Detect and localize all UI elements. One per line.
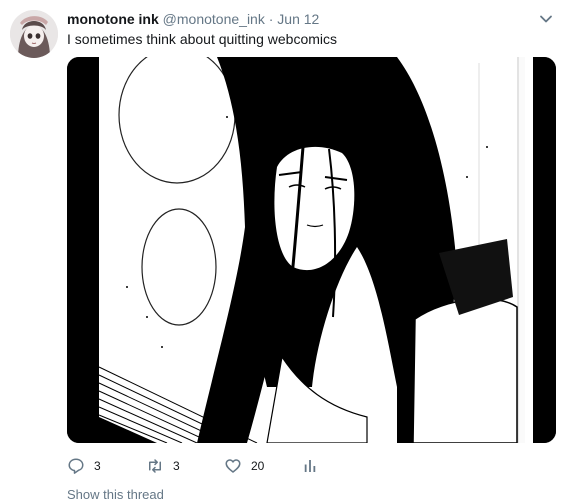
retweet-button[interactable]: 3 (146, 456, 180, 476)
display-name[interactable]: monotone ink (67, 11, 159, 27)
tweet-media-image[interactable] (67, 57, 556, 443)
retweet-count: 3 (173, 459, 180, 473)
bar-chart-icon (304, 460, 316, 472)
tweet-card[interactable]: monotone ink @monotone_ink · Jun 12 I so… (0, 0, 564, 502)
reply-count: 3 (94, 459, 101, 473)
header-separator: · (268, 11, 274, 27)
tweet-text: I sometimes think about quitting webcomi… (67, 31, 338, 47)
like-button[interactable]: 20 (224, 456, 264, 476)
tweet-date[interactable]: Jun 12 (277, 11, 319, 27)
avatar[interactable] (10, 10, 58, 58)
chevron-down-icon (540, 15, 552, 23)
analytics-button[interactable] (301, 456, 319, 476)
tweet-header: monotone ink @monotone_ink · Jun 12 (67, 11, 319, 27)
avatar-illustration-icon (10, 10, 58, 58)
reply-button[interactable]: 3 (67, 456, 101, 476)
heart-icon (225, 459, 241, 473)
retweet-icon (149, 459, 161, 473)
reply-icon (68, 458, 84, 474)
like-count: 20 (251, 459, 265, 473)
ink-illustration (67, 57, 556, 443)
tweet-menu-button[interactable] (538, 11, 554, 27)
user-handle[interactable]: @monotone_ink (163, 11, 265, 27)
